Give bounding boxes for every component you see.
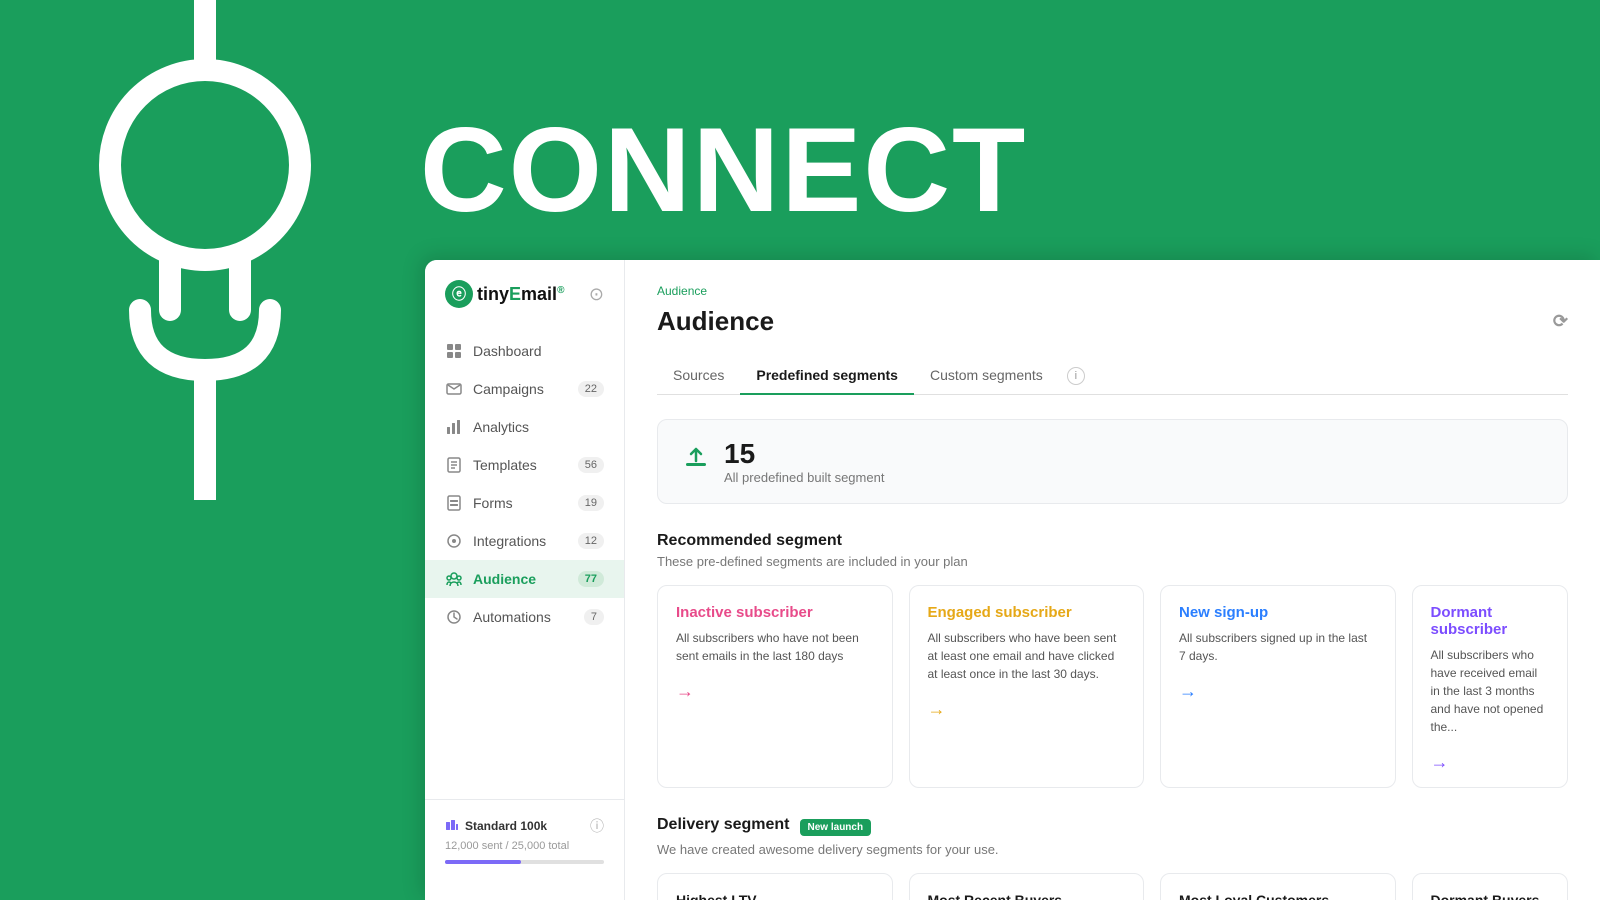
card-inactive-desc: All subscribers who have not been sent e…	[676, 629, 874, 665]
card-dormant-title: Dormant subscriber	[1431, 604, 1550, 638]
card-new-signup-arrow[interactable]: →	[1179, 681, 1377, 702]
templates-badge: 56	[578, 457, 604, 473]
delivery-card-loyal[interactable]: Most Loyal Customers Customers who purch…	[1160, 873, 1396, 900]
stats-count: 15	[724, 438, 884, 470]
tab-sources[interactable]: Sources	[657, 357, 740, 395]
sidebar-item-forms[interactable]: Forms 19	[425, 484, 624, 522]
sidebar-item-dashboard[interactable]: Dashboard	[425, 332, 624, 370]
delivery-card-recent-buyers[interactable]: Most Recent Buyers Customers who have pu…	[909, 873, 1145, 900]
campaigns-badge: 22	[578, 381, 604, 397]
automations-badge: 7	[584, 609, 604, 625]
card-engaged-title: Engaged subscriber	[928, 604, 1126, 621]
recommended-title: Recommended segment	[657, 532, 1568, 550]
automations-label: Automations	[473, 609, 551, 625]
stats-label: All predefined built segment	[724, 470, 884, 485]
analytics-icon	[445, 418, 463, 436]
integrations-label: Integrations	[473, 533, 546, 549]
delivery-recent-title: Most Recent Buyers	[928, 892, 1126, 900]
card-new-signup-desc: All subscribers signed up in the last 7 …	[1179, 629, 1377, 665]
recommended-cards: Inactive subscriber All subscribers who …	[657, 585, 1568, 788]
plan-section: Standard 100k ⓘ 12,000 sent / 25,000 tot…	[425, 799, 624, 880]
sidebar-item-automations[interactable]: Automations 7	[425, 598, 624, 636]
templates-label: Templates	[473, 457, 537, 473]
campaigns-icon	[445, 380, 463, 398]
card-engaged-desc: All subscribers who have been sent at le…	[928, 629, 1126, 683]
sidebar-item-audience[interactable]: Audience 77	[425, 560, 624, 598]
sidebar-item-analytics[interactable]: Analytics	[425, 408, 624, 446]
new-launch-badge: New launch	[800, 819, 872, 836]
card-inactive[interactable]: Inactive subscriber All subscribers who …	[657, 585, 893, 788]
forms-badge: 19	[578, 495, 604, 511]
forms-icon	[445, 494, 463, 512]
logo-text: tinyEmail®	[477, 284, 564, 305]
delivery-cards: Highest LTV Customers with the highest l…	[657, 873, 1568, 900]
delivery-subtitle: We have created awesome delivery segment…	[657, 842, 1568, 857]
sidebar-item-templates[interactable]: Templates 56	[425, 446, 624, 484]
tab-custom[interactable]: Custom segments	[914, 357, 1059, 395]
settings-icon[interactable]: ⊙	[589, 284, 604, 305]
hero-title: CONNECT	[420, 110, 1027, 230]
sidebar-logo: ⓔ tinyEmail® ⊙	[425, 280, 624, 332]
sidebar: ⓔ tinyEmail® ⊙ Dashboard	[425, 260, 625, 900]
card-new-signup[interactable]: New sign-up All subscribers signed up in…	[1160, 585, 1396, 788]
logo-symbol: ⓔ	[445, 280, 473, 308]
audience-icon	[445, 570, 463, 588]
card-engaged[interactable]: Engaged subscriber All subscribers who h…	[909, 585, 1145, 788]
breadcrumb: Audience	[657, 284, 1568, 298]
plan-bar-fill	[445, 860, 521, 864]
logo: ⓔ tinyEmail®	[445, 280, 564, 308]
tabs: Sources Predefined segments Custom segme…	[657, 357, 1568, 395]
card-new-signup-title: New sign-up	[1179, 604, 1377, 621]
audience-label: Audience	[473, 571, 536, 587]
plan-info-icon[interactable]: ⓘ	[590, 816, 604, 836]
forms-label: Forms	[473, 495, 513, 511]
delivery-card-ltv[interactable]: Highest LTV Customers with the highest l…	[657, 873, 893, 900]
plan-name: Standard 100k	[465, 819, 547, 833]
card-dormant[interactable]: Dormant subscriber All subscribers who h…	[1412, 585, 1569, 788]
app-window: ⓔ tinyEmail® ⊙ Dashboard	[425, 260, 1600, 900]
stats-box: 15 All predefined built segment	[657, 419, 1568, 504]
templates-icon	[445, 456, 463, 474]
card-inactive-arrow[interactable]: →	[676, 681, 874, 702]
campaigns-label: Campaigns	[473, 381, 544, 397]
tab-predefined[interactable]: Predefined segments	[740, 357, 914, 395]
audience-badge: 77	[578, 571, 604, 587]
plan-progress-bar	[445, 860, 604, 864]
card-dormant-arrow[interactable]: →	[1431, 752, 1550, 773]
delivery-ltv-title: Highest LTV	[676, 892, 874, 900]
main-content: Audience Audience ⟳ Sources Predefined s…	[625, 260, 1600, 900]
stats-upload-icon	[682, 445, 710, 479]
integrations-icon	[445, 532, 463, 550]
delivery-dormant-title: Dormant Buyers	[1431, 892, 1550, 900]
tab-info-icon[interactable]: i	[1067, 367, 1085, 385]
sidebar-item-campaigns[interactable]: Campaigns 22	[425, 370, 624, 408]
page-title-row: Audience ⟳	[657, 306, 1568, 337]
automations-icon	[445, 608, 463, 626]
analytics-label: Analytics	[473, 419, 529, 435]
recommended-subtitle: These pre-defined segments are included …	[657, 554, 1568, 569]
card-dormant-desc: All subscribers who have received email …	[1431, 646, 1550, 736]
dashboard-label: Dashboard	[473, 343, 542, 359]
delivery-card-dormant-buyers[interactable]: Dormant Buyers purchased before but no r…	[1412, 873, 1569, 900]
delivery-title: Delivery segment	[657, 816, 790, 834]
page-title: Audience	[657, 306, 774, 337]
integrations-badge: 12	[578, 533, 604, 549]
sidebar-item-integrations[interactable]: Integrations 12	[425, 522, 624, 560]
delivery-loyal-title: Most Loyal Customers	[1179, 892, 1377, 900]
plug-icon	[80, 0, 330, 500]
dashboard-icon	[445, 342, 463, 360]
card-engaged-arrow[interactable]: →	[928, 699, 1126, 720]
plan-usage: 12,000 sent / 25,000 total	[445, 840, 604, 852]
refresh-icon[interactable]: ⟳	[1553, 311, 1568, 332]
card-inactive-title: Inactive subscriber	[676, 604, 874, 621]
plan-icon	[445, 819, 459, 833]
delivery-header: Delivery segment New launch	[657, 816, 1568, 838]
